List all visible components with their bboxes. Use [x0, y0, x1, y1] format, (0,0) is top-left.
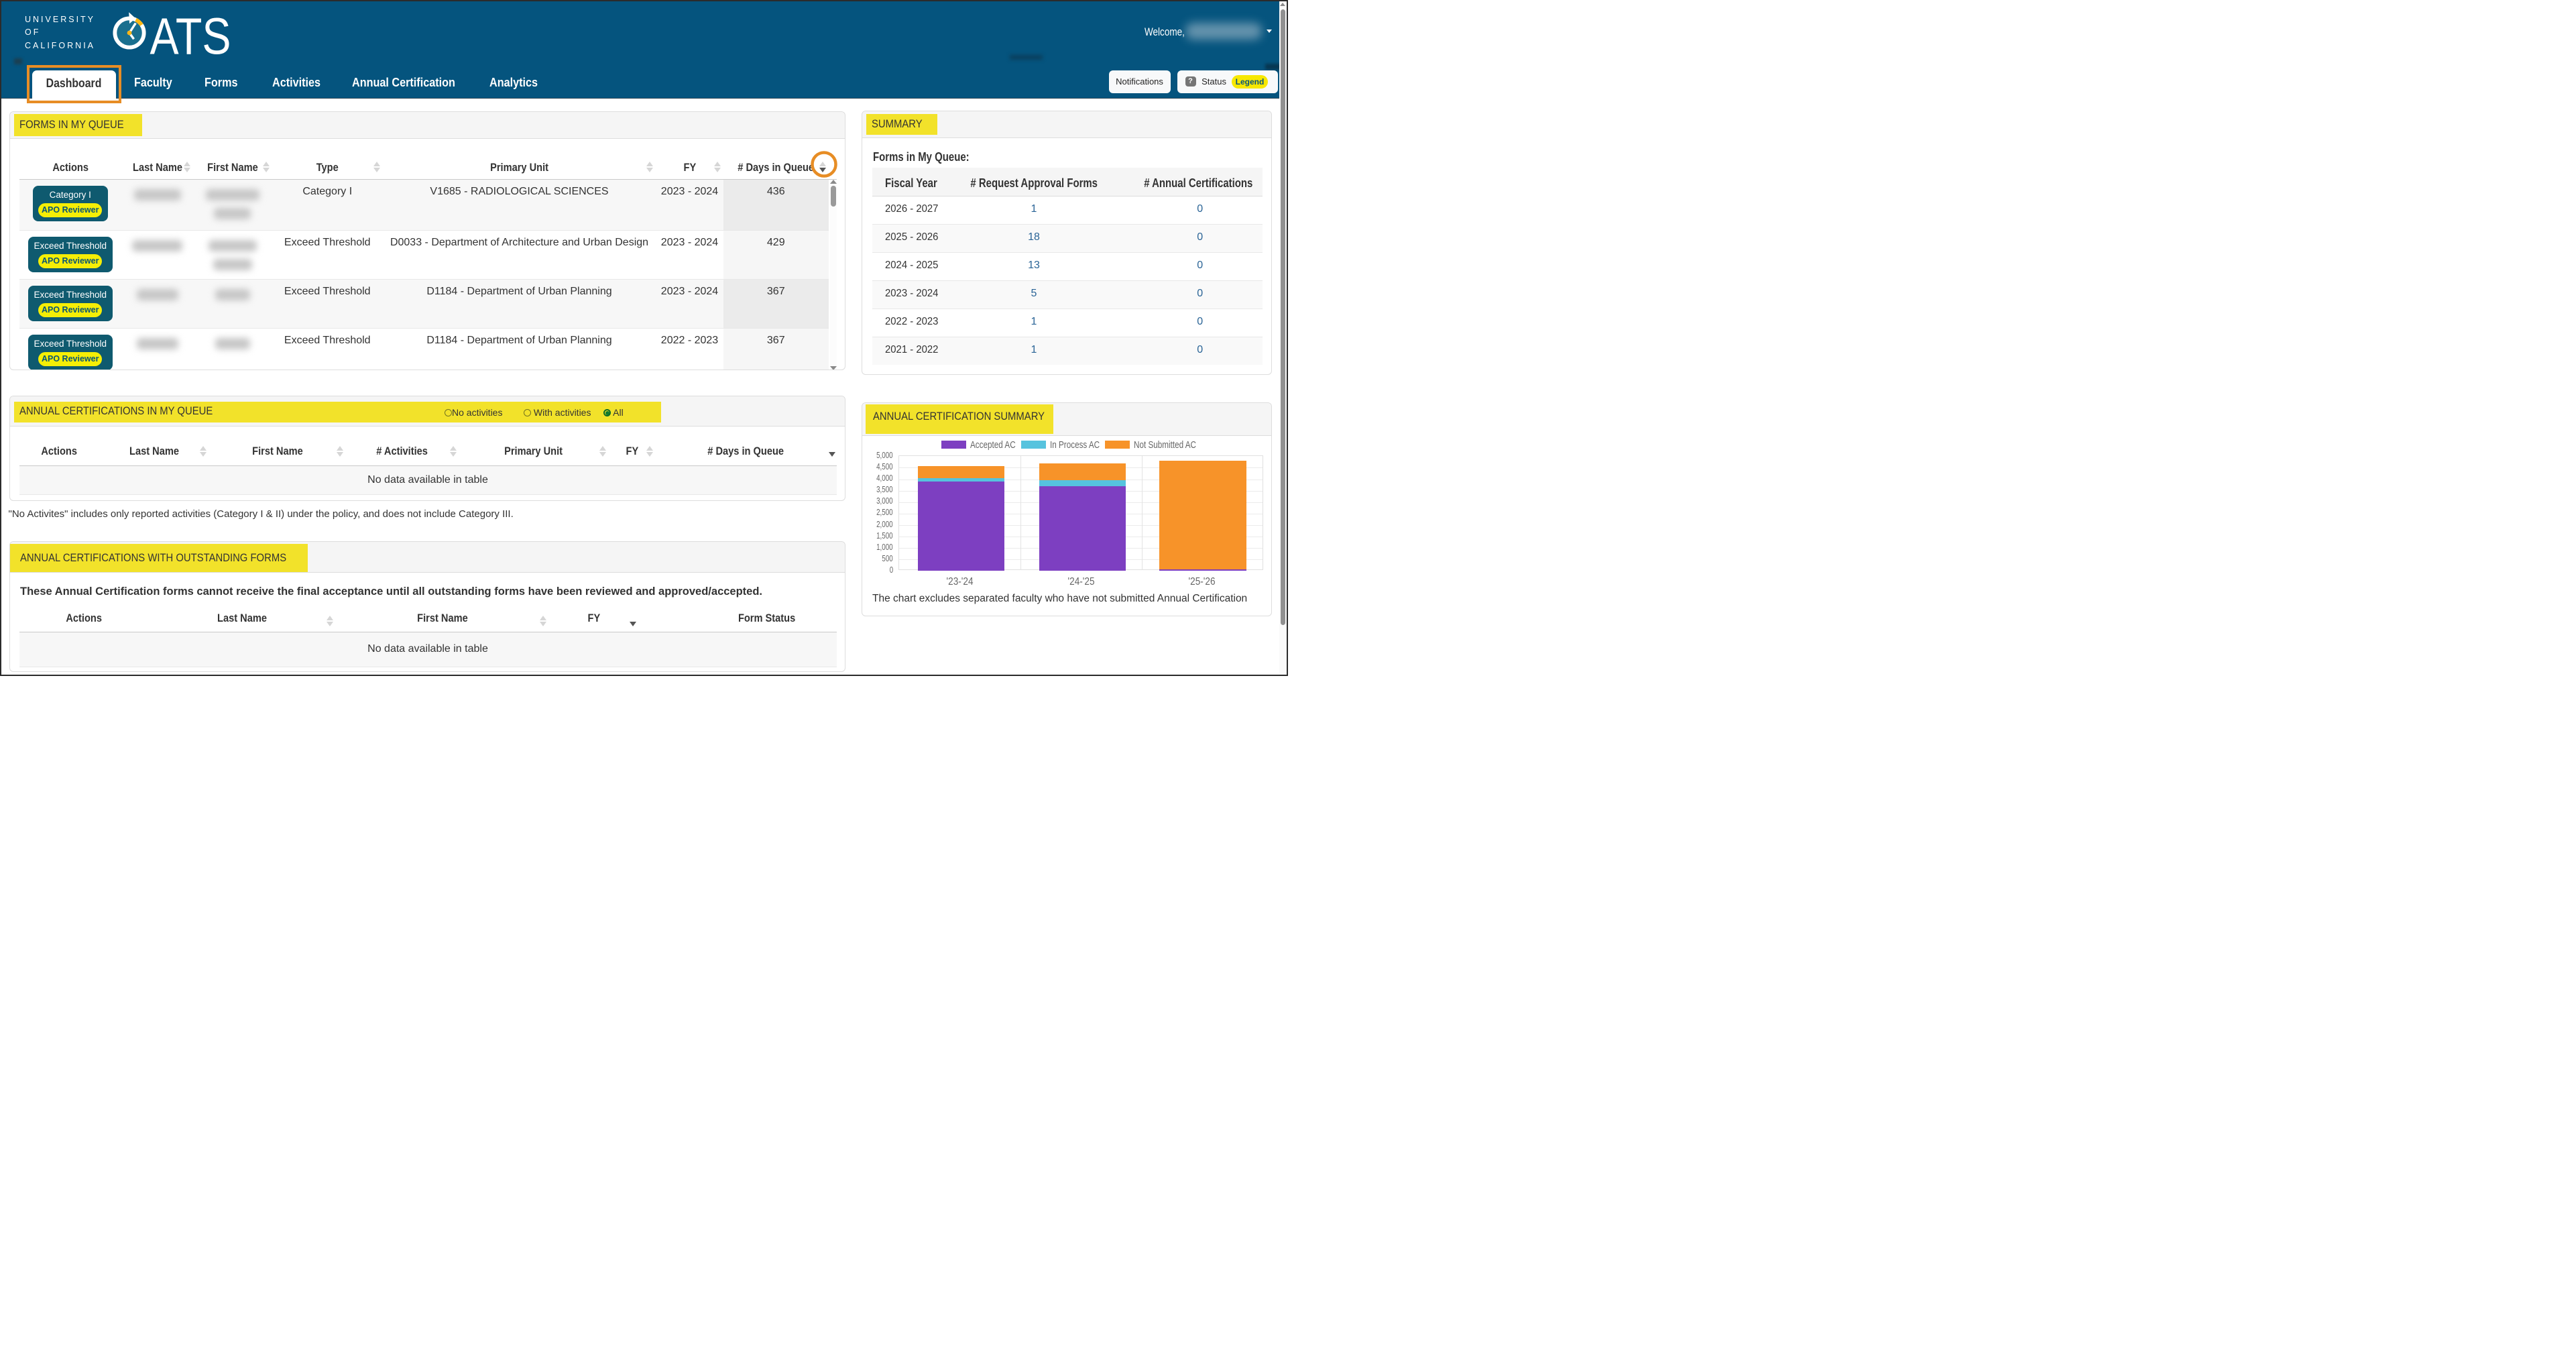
- svg-text:ATS: ATS: [150, 8, 231, 66]
